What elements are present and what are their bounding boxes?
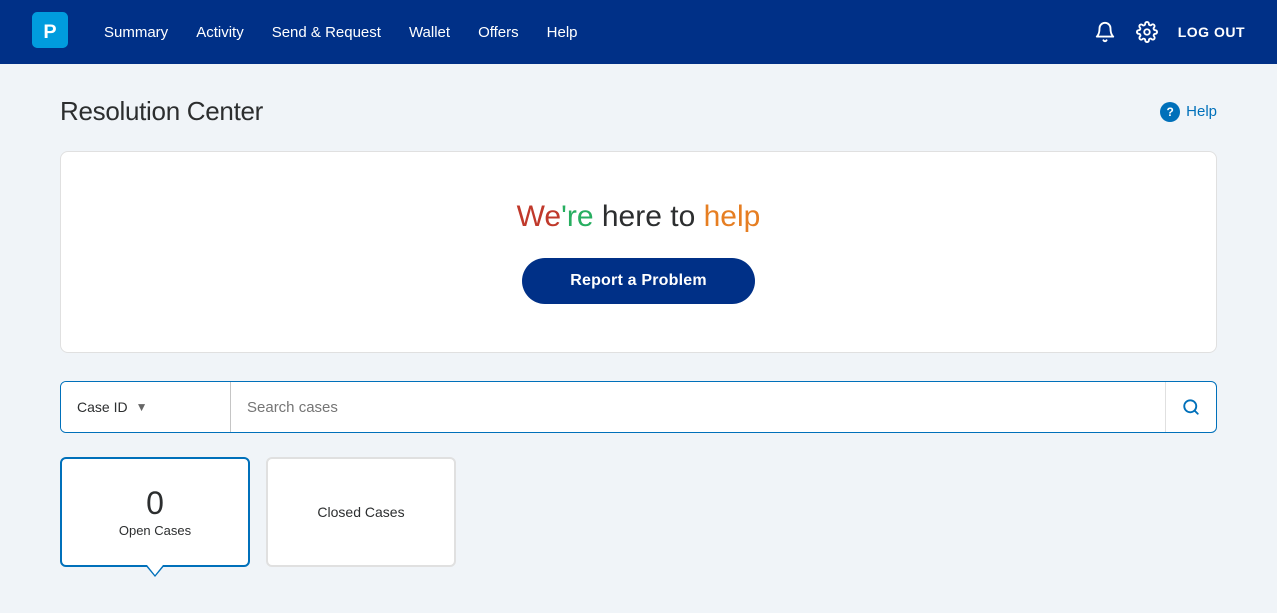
- open-cases-count: 0: [146, 487, 164, 519]
- page-header: Resolution Center ? Help: [60, 96, 1217, 127]
- report-problem-button[interactable]: Report a Problem: [522, 258, 755, 304]
- hero-card: We're here to help Report a Problem: [60, 151, 1217, 353]
- navbar-right: LOG OUT: [1094, 21, 1245, 43]
- help-link[interactable]: ? Help: [1160, 102, 1217, 122]
- navbar: P Summary Activity Send & Request Wallet…: [0, 0, 1277, 64]
- search-input[interactable]: [231, 382, 1165, 432]
- hero-title-re: 're: [561, 200, 593, 233]
- nav-summary[interactable]: Summary: [92, 16, 180, 49]
- nav-links: Summary Activity Send & Request Wallet O…: [92, 16, 1086, 49]
- hero-title-here: here to: [594, 200, 704, 233]
- logout-button[interactable]: LOG OUT: [1178, 24, 1245, 40]
- search-dropdown-label: Case ID: [77, 399, 128, 415]
- chevron-down-icon: ▼: [136, 400, 148, 414]
- closed-cases-label: Closed Cases: [317, 504, 404, 520]
- help-circle-icon: ?: [1160, 102, 1180, 122]
- nav-wallet[interactable]: Wallet: [397, 16, 462, 49]
- nav-activity[interactable]: Activity: [184, 16, 256, 49]
- hero-title: We're here to help: [85, 200, 1192, 234]
- notification-bell-button[interactable]: [1094, 21, 1116, 43]
- help-link-label: Help: [1186, 103, 1217, 120]
- hero-title-we: We: [517, 200, 561, 233]
- nav-offers[interactable]: Offers: [466, 16, 531, 49]
- search-bar: Case ID ▼: [60, 381, 1217, 433]
- open-cases-tab[interactable]: 0 Open Cases: [60, 457, 250, 567]
- page-title: Resolution Center: [60, 96, 263, 127]
- search-button[interactable]: [1165, 382, 1216, 432]
- case-tabs: 0 Open Cases Closed Cases: [60, 457, 1217, 567]
- paypal-logo: P: [32, 12, 84, 53]
- settings-gear-button[interactable]: [1136, 21, 1158, 43]
- hero-title-help: help: [704, 200, 761, 233]
- svg-text:P: P: [43, 21, 56, 43]
- closed-cases-tab[interactable]: Closed Cases: [266, 457, 456, 567]
- open-cases-label: Open Cases: [119, 523, 191, 538]
- page-content: Resolution Center ? Help We're here to h…: [0, 64, 1277, 599]
- nav-help[interactable]: Help: [535, 16, 590, 49]
- search-dropdown[interactable]: Case ID ▼: [61, 382, 231, 432]
- nav-send-request[interactable]: Send & Request: [260, 16, 393, 49]
